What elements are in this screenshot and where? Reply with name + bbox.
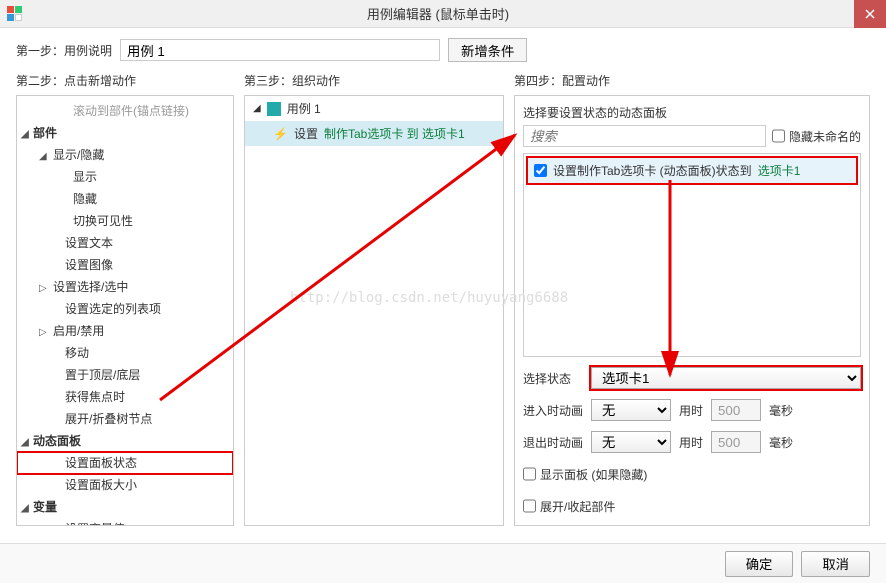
duration-unit: 毫秒: [769, 402, 793, 419]
duration-label2: 用时: [679, 434, 703, 451]
tree-group-widget[interactable]: ◢部件: [17, 122, 233, 144]
tree-item-setimage[interactable]: 设置图像: [17, 254, 233, 276]
tree-group-dynpanel[interactable]: ◢动态面板: [17, 430, 233, 452]
search-input[interactable]: [523, 125, 766, 147]
item-state: 选项卡1: [758, 162, 801, 179]
item-text: 设置制作Tab选项卡 (动态面板)状态到: [553, 162, 752, 179]
enter-anim-dropdown[interactable]: 无: [591, 399, 671, 421]
tree-item-setselected[interactable]: ▷设置选择/选中: [17, 276, 233, 298]
expand-collapse-checkbox[interactable]: 展开/收起部件: [523, 495, 615, 517]
action-row[interactable]: ⚡ 设置 制作Tab选项卡 到 选项卡1: [245, 121, 503, 146]
tree-item-focus[interactable]: 获得焦点时: [17, 386, 233, 408]
tree-item-setlist[interactable]: 设置选定的列表项: [17, 298, 233, 320]
config-panel: 选择要设置状态的动态面板 隐藏未命名的 设置制作Tab选项卡 (动态面板)状态到…: [514, 95, 870, 526]
case-header[interactable]: ◢ 用例 1: [245, 96, 503, 121]
tree-item-front[interactable]: 置于顶层/底层: [17, 364, 233, 386]
tree-item-togglevis[interactable]: 切换可见性: [17, 210, 233, 232]
tree-group-showhide[interactable]: ◢显示/隐藏: [17, 144, 233, 166]
config-subtitle: 选择要设置状态的动态面板: [523, 104, 861, 121]
tree-item[interactable]: 滚动到部件(锚点链接): [17, 100, 233, 122]
case-name-input[interactable]: [120, 39, 440, 61]
exit-duration-input: [711, 431, 761, 453]
step4-label: 第四步：配置动作: [514, 72, 870, 89]
tree-item-expandtree[interactable]: 展开/折叠树节点: [17, 408, 233, 430]
bolt-icon: ⚡: [273, 127, 288, 141]
app-icon: [6, 6, 22, 22]
actions-tree-panel: 滚动到部件(锚点链接) ◢部件 ◢显示/隐藏 显示 隐藏 切换可见性 设置文本 …: [16, 95, 234, 526]
panel-list: 设置制作Tab选项卡 (动态面板)状态到 选项卡1: [523, 153, 861, 357]
step1-row: 第一步：用例说明 新增条件: [0, 28, 886, 72]
step2-label: 第二步：点击新增动作: [16, 72, 234, 89]
organize-panel: ◢ 用例 1 ⚡ 设置 制作Tab选项卡 到 选项卡1: [244, 95, 504, 526]
action-prefix: 设置: [294, 125, 318, 142]
footer: 确定 取消: [0, 543, 886, 583]
tree-item-show[interactable]: 显示: [17, 166, 233, 188]
ok-button[interactable]: 确定: [725, 551, 794, 577]
window-title: 用例编辑器 (鼠标单击时): [22, 4, 854, 23]
duration-label: 用时: [679, 402, 703, 419]
exit-anim-dropdown[interactable]: 无: [591, 431, 671, 453]
item-checkbox[interactable]: [534, 164, 547, 177]
tree-item-hide[interactable]: 隐藏: [17, 188, 233, 210]
show-panel-checkbox[interactable]: 显示面板 (如果隐藏): [523, 463, 647, 485]
add-condition-button[interactable]: 新增条件: [448, 38, 527, 62]
case-icon: [267, 102, 281, 116]
enter-anim-label: 进入时动画: [523, 402, 583, 419]
panel-list-item[interactable]: 设置制作Tab选项卡 (动态面板)状态到 选项卡1: [528, 158, 856, 183]
case-name: 用例 1: [287, 100, 321, 117]
select-state-label: 选择状态: [523, 370, 583, 387]
step3-label: 第三步：组织动作: [244, 72, 504, 89]
select-state-dropdown[interactable]: 选项卡1: [591, 367, 861, 389]
tree-item-setpanelstate[interactable]: 设置面板状态: [17, 452, 233, 474]
enter-duration-input: [711, 399, 761, 421]
tree-group-variable[interactable]: ◢变量: [17, 496, 233, 518]
tree-item-setpanelsize[interactable]: 设置面板大小: [17, 474, 233, 496]
step1-label: 第一步：用例说明: [16, 42, 112, 59]
duration-unit2: 毫秒: [769, 434, 793, 451]
tree-item-move[interactable]: 移动: [17, 342, 233, 364]
exit-anim-label: 退出时动画: [523, 434, 583, 451]
action-link: 制作Tab选项卡 到 选项卡1: [324, 125, 465, 142]
cancel-button[interactable]: 取消: [801, 551, 870, 577]
title-bar: 用例编辑器 (鼠标单击时): [0, 0, 886, 28]
close-button[interactable]: [854, 0, 886, 28]
hide-unnamed-checkbox[interactable]: 隐藏未命名的: [772, 125, 861, 147]
tree-item-enable[interactable]: ▷启用/禁用: [17, 320, 233, 342]
tree-item-settext[interactable]: 设置文本: [17, 232, 233, 254]
tree-item-setvar[interactable]: 设置变量值: [17, 518, 233, 526]
